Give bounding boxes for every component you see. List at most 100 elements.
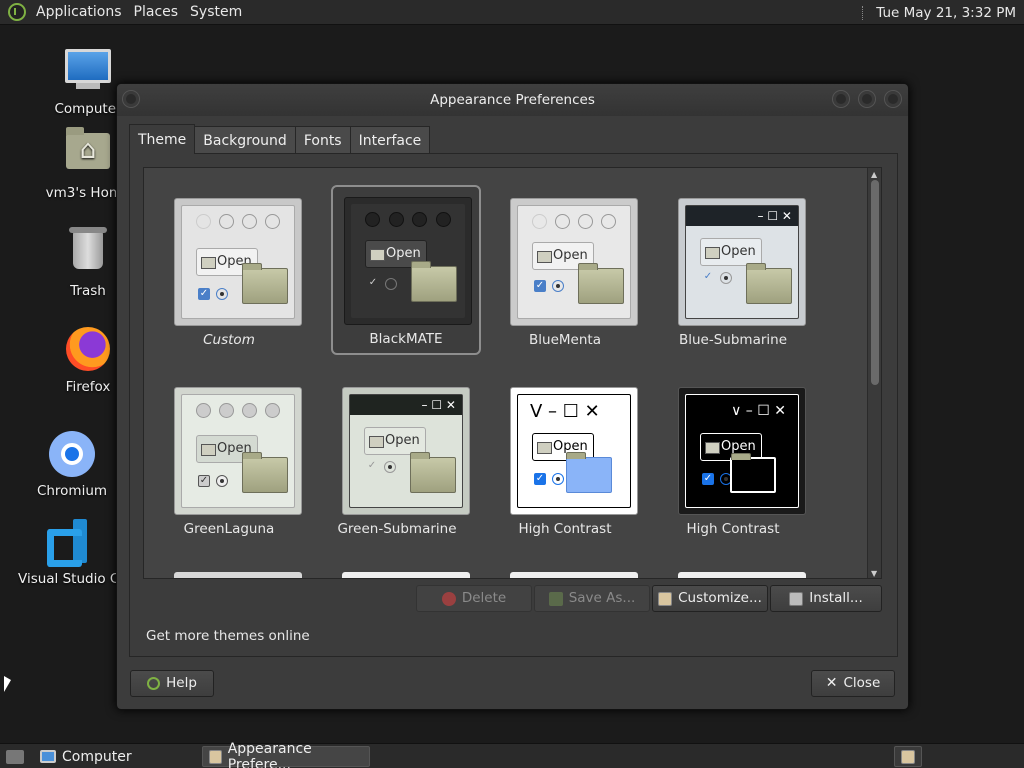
- delete-icon: [441, 591, 456, 606]
- tab-interface[interactable]: Interface: [349, 126, 431, 154]
- theme-thumbnail: Open ✓: [510, 198, 638, 326]
- theme-name: GreenLaguna: [183, 521, 275, 537]
- theme-thumbnail: – ☐ ✕ Open ✓: [678, 198, 806, 326]
- trash-icon: [64, 227, 112, 279]
- notebook: Theme Background Fonts Interface Open ✓: [129, 124, 898, 657]
- theme-thumbnail-partial[interactable]: [510, 572, 638, 578]
- maximize-button[interactable]: [858, 90, 876, 108]
- clock[interactable]: Tue May 21, 3:32 PM: [876, 5, 1016, 21]
- tab-theme[interactable]: Theme: [129, 124, 196, 154]
- computer-icon: [64, 49, 112, 97]
- theme-item-high-contrast[interactable]: V – ☐ ✕ Open ✓ High Contrast: [490, 375, 640, 545]
- theme-thumbnail: – ☐ ✕ Open ✓: [342, 387, 470, 515]
- scrollbar-thumb[interactable]: [871, 180, 879, 385]
- theme-item-green-submarine[interactable]: – ☐ ✕ Open ✓ Green-Submarine: [322, 375, 472, 545]
- taskbar-item-label: Computer: [62, 748, 132, 765]
- install-label: Install...: [809, 590, 863, 606]
- tab-fonts[interactable]: Fonts: [294, 126, 351, 154]
- desktop-icon-label: Firefox: [65, 379, 111, 395]
- workspace-switcher[interactable]: [894, 746, 922, 767]
- window-menu-button[interactable]: [122, 90, 140, 108]
- menu-places[interactable]: Places: [128, 4, 185, 20]
- menu-applications[interactable]: Applications: [30, 4, 128, 20]
- help-button[interactable]: Help: [130, 670, 214, 697]
- vscode-icon: [43, 519, 91, 567]
- save-as-button[interactable]: Save As...: [534, 585, 650, 612]
- theme-name: High Contrast: [518, 521, 612, 537]
- close-button[interactable]: ✕ Close: [811, 670, 895, 697]
- desktop-icon-label: Visual Studio Code: [18, 571, 116, 587]
- desktop-icon-label: Chromium: [36, 483, 108, 499]
- desktop-icon-chromium[interactable]: Chromium: [17, 429, 127, 499]
- delete-label: Delete: [461, 590, 507, 606]
- theme-item-greenlaguna[interactable]: Open ✓ GreenLaguna: [154, 375, 304, 545]
- customize-button[interactable]: Customize...: [652, 585, 768, 612]
- install-button[interactable]: Install...: [770, 585, 882, 612]
- tab-background[interactable]: Background: [194, 126, 296, 154]
- theme-item-blackmate[interactable]: Open ✓ BlackMATE: [331, 185, 481, 355]
- theme-item-custom[interactable]: Open ✓ Custom: [154, 186, 304, 356]
- customize-icon: [658, 591, 673, 606]
- delete-button[interactable]: Delete: [416, 585, 532, 612]
- minimize-button[interactable]: [832, 90, 850, 108]
- theme-name: Custom: [203, 332, 255, 348]
- folder-icon: [242, 452, 288, 493]
- taskbar-item-label: Appearance Prefere...: [227, 740, 312, 768]
- folder-icon: [410, 452, 456, 493]
- menu-system[interactable]: System: [184, 4, 248, 20]
- theme-item-blue-submarine[interactable]: – ☐ ✕ Open ✓ Blue-Submarine: [658, 186, 808, 356]
- taskbar-item-computer[interactable]: Computer: [34, 746, 138, 767]
- bottom-taskbar: Computer Appearance Prefere...: [0, 741, 1024, 768]
- appearance-icon: [209, 749, 222, 764]
- dialog-titlebar[interactable]: Appearance Preferences: [117, 84, 908, 116]
- install-icon: [789, 591, 804, 606]
- theme-thumbnail: Open ✓: [344, 197, 472, 325]
- desktop-icon-label: Trash: [70, 283, 106, 299]
- panel-separator: [862, 5, 866, 20]
- folder-icon: [242, 263, 288, 304]
- theme-thumbnail-partial[interactable]: [678, 572, 806, 578]
- close-icon: ✕: [825, 675, 838, 691]
- dialog-title: Appearance Preferences: [430, 92, 595, 108]
- theme-item-bluementa[interactable]: Open ✓ BlueMenta: [490, 186, 640, 356]
- theme-thumbnail: Open ✓: [174, 198, 302, 326]
- folder-icon: [730, 453, 776, 493]
- computer-icon: [40, 750, 56, 763]
- folder-icon: [746, 263, 792, 304]
- scroll-down-icon[interactable]: ▼: [871, 569, 877, 578]
- thumb-open-label: Open: [700, 238, 762, 266]
- theme-name: Blue-Submarine: [678, 332, 788, 348]
- folder-icon: [566, 452, 612, 493]
- help-label: Help: [166, 675, 197, 691]
- thumb-open-label: Open: [364, 427, 426, 455]
- close-window-button[interactable]: [884, 90, 902, 108]
- show-desktop-button[interactable]: [0, 746, 30, 767]
- theme-thumbnail: ∨ – ☐ ✕ Open ✓: [678, 387, 806, 515]
- theme-grid: Open ✓ Custom Open ✓ BlackMATE Open ✓ Bl…: [143, 167, 882, 579]
- firefox-icon: [64, 327, 112, 375]
- workspace-icon: [901, 749, 915, 764]
- help-icon: [147, 677, 161, 690]
- save-icon: [548, 591, 563, 606]
- desktop-icon-vscode[interactable]: Visual Studio Code: [18, 517, 116, 587]
- theme-thumbnail-partial[interactable]: [174, 572, 302, 578]
- taskbar-item-appearance[interactable]: Appearance Prefere...: [202, 741, 370, 768]
- theme-item-high-contrast-inverse[interactable]: ∨ – ☐ ✕ Open ✓ High Contrast: [658, 375, 808, 545]
- scroll-up-icon[interactable]: ▲: [871, 170, 877, 179]
- save-as-label: Save As...: [568, 590, 636, 606]
- theme-scrollbar[interactable]: ▲ ▼: [867, 168, 881, 578]
- folder-icon: [578, 263, 624, 304]
- theme-thumbnail-partial[interactable]: [342, 572, 470, 578]
- get-more-themes-link[interactable]: Get more themes online: [146, 628, 310, 644]
- top-panel: Applications Places System Tue May 21, 3…: [0, 0, 1024, 25]
- mate-logo-icon[interactable]: [8, 3, 26, 21]
- close-label: Close: [843, 675, 881, 691]
- appearance-preferences-dialog: Appearance Preferences Theme Background …: [116, 83, 909, 710]
- theme-tab-panel: Open ✓ Custom Open ✓ BlackMATE Open ✓ Bl…: [129, 153, 898, 657]
- tab-bar: Theme Background Fonts Interface: [129, 124, 898, 154]
- show-desktop-icon: [6, 749, 24, 764]
- desktop-icon-label: Computer: [54, 101, 122, 117]
- folder-icon: [411, 261, 457, 302]
- theme-name: Green-Submarine: [337, 521, 457, 537]
- theme-name: BlueMenta: [529, 332, 601, 348]
